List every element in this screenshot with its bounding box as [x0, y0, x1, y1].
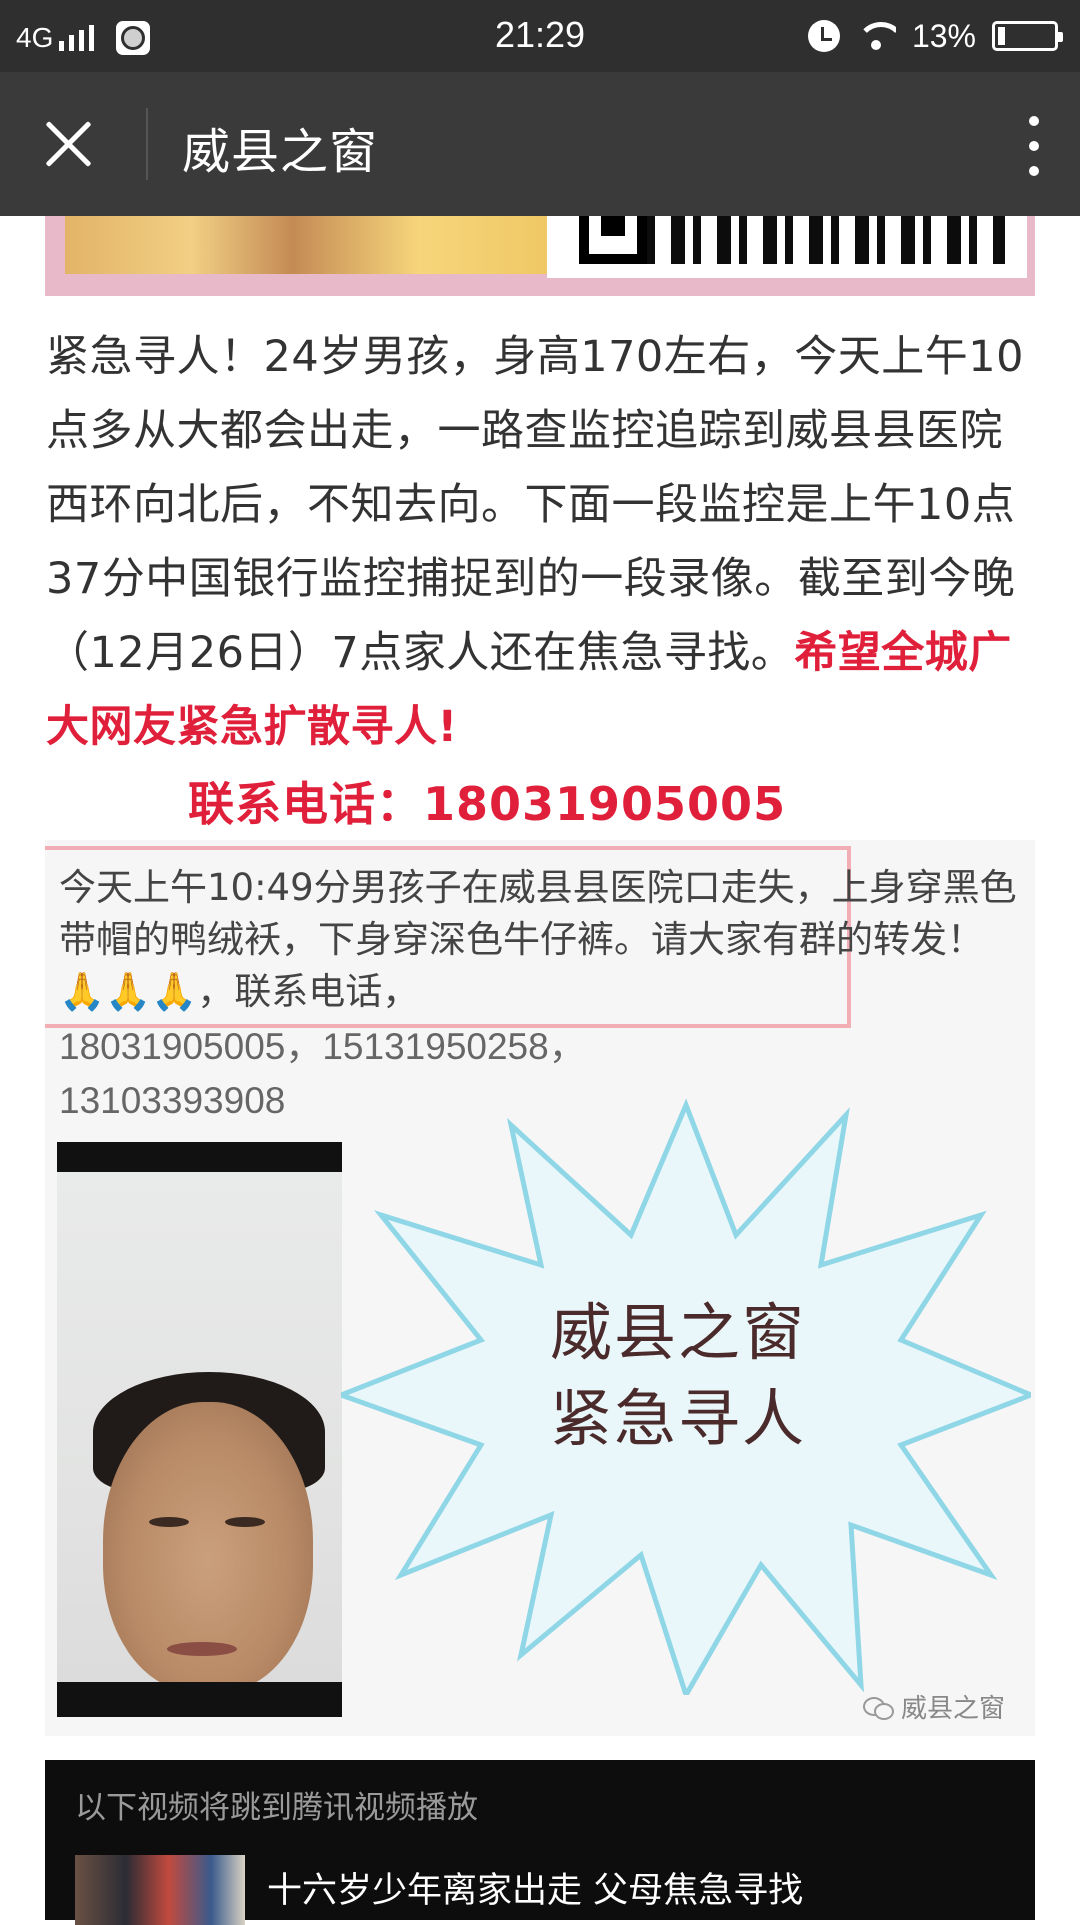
battery-percent: 13%: [911, 17, 976, 54]
qr-code-image: [547, 216, 1027, 278]
missing-person-poster[interactable]: 今天上午10:49分男孩子在威县县医院口走失，上身穿黑色带帽的鸭绒袄，下身穿深色…: [45, 840, 1035, 1736]
alarm-icon: [807, 20, 840, 52]
banner-image: [45, 216, 1035, 296]
video-title[interactable]: 十六岁少年离家出走 父母焦急寻找: [267, 1862, 803, 1913]
battery-fill: [998, 27, 1006, 45]
poster-notice-text: 今天上午10:49分男孩子在威县县医院口走失，上身穿黑色带帽的鸭绒袄，下身穿深色…: [59, 866, 1017, 1013]
page-title: 威县之窗: [182, 124, 379, 180]
battery-icon: [992, 21, 1063, 51]
watermark-label: 威县之窗: [900, 1694, 1005, 1724]
starburst-line: 威县之窗: [550, 1296, 807, 1369]
status-right: 13%: [807, 16, 1063, 56]
poster-phones-line: 18031905005，15131950258，: [59, 1026, 586, 1067]
article-paragraph: 紧急寻人！24岁男孩，身高170左右，今天上午10点多从大都会出走，一路查监控追…: [46, 332, 1025, 678]
person-photo: [57, 1142, 342, 1717]
starburst-line: 紧急寻人: [550, 1382, 807, 1455]
video-notice: 以下视频将跳到腾讯视频播放: [75, 1790, 478, 1826]
navigation-bar: 威县之窗: [0, 72, 1080, 216]
status-bar: 4G 21:29 13%: [0, 0, 1080, 72]
more-vertical-icon[interactable]: [1024, 116, 1044, 176]
wechat-icon: [862, 1695, 894, 1720]
wifi-icon: [855, 20, 896, 52]
article-body: 紧急寻人！24岁男孩，身高170左右，今天上午10点多从大都会出走，一路查监控追…: [46, 320, 1036, 764]
starburst-text: 威县之窗 紧急寻人: [550, 1290, 806, 1462]
nav-divider: [146, 108, 148, 180]
close-icon[interactable]: [42, 118, 94, 170]
banner-photo: [65, 216, 570, 274]
watermark: 威县之窗: [862, 1688, 1005, 1725]
video-section[interactable]: 以下视频将跳到腾讯视频播放 十六岁少年离家出走 父母焦急寻找: [45, 1760, 1035, 1925]
contact-phone[interactable]: 联系电话：18031905005: [188, 768, 786, 834]
video-thumbnail[interactable]: [75, 1855, 245, 1925]
